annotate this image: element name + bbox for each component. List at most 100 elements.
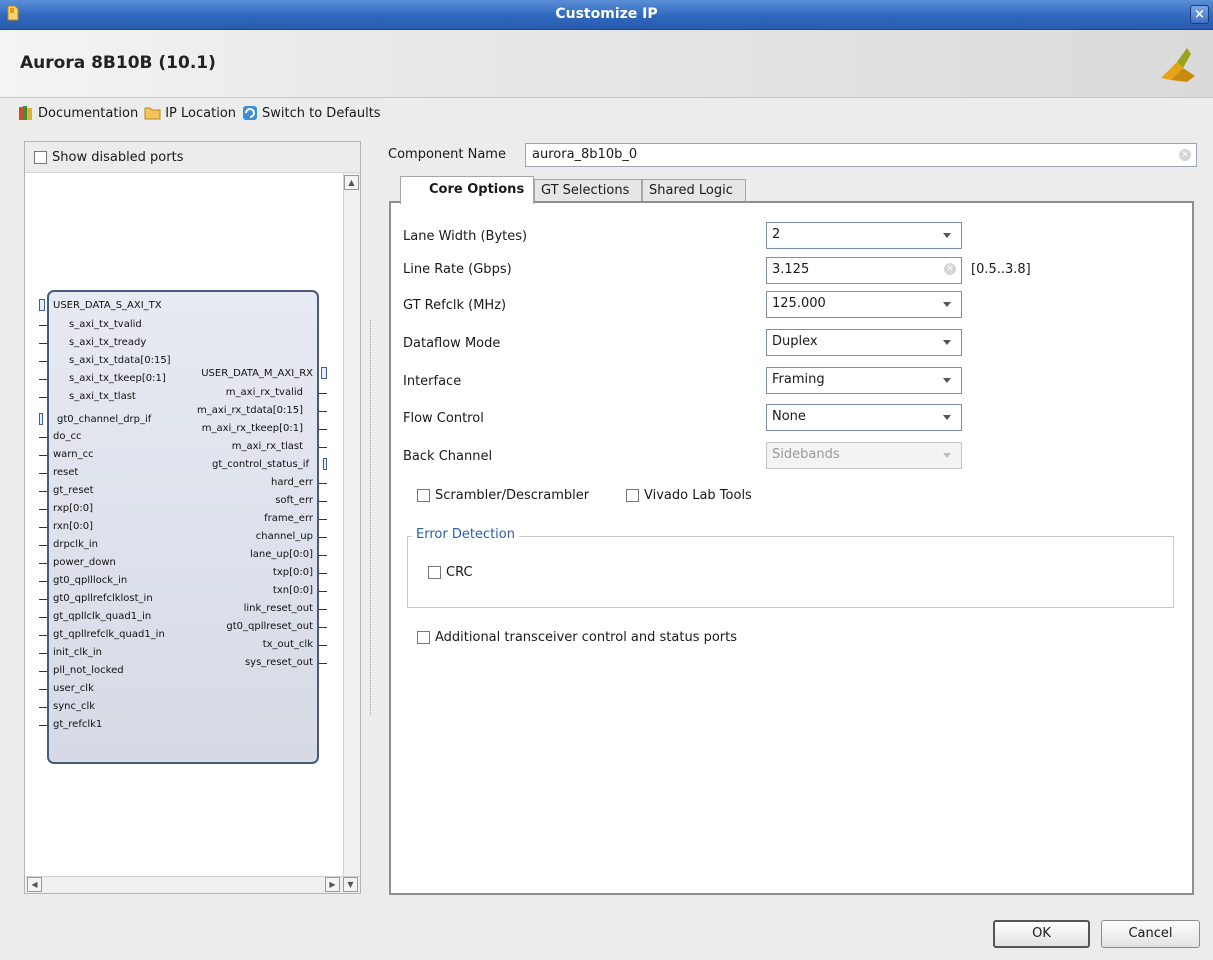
pin-tick	[39, 707, 47, 708]
crc-checkbox[interactable]: CRC	[428, 565, 473, 580]
right-pin: link_reset_out	[243, 603, 313, 614]
ip-symbol-block: USER_DATA_S_AXI_TX s_axi_tx_tvalid s_axi…	[39, 290, 327, 764]
back-channel-value: Sidebands	[772, 447, 840, 462]
pin-tick	[39, 397, 47, 398]
line-rate-input[interactable]: 3.125 ✕	[766, 257, 962, 284]
books-icon	[19, 106, 32, 120]
chevron-down-icon	[943, 415, 951, 420]
right-bus-pin: m_axi_rx_tvalid	[225, 387, 303, 398]
pin-tick	[319, 609, 327, 610]
left-bus-pin: s_axi_tx_tready	[69, 337, 147, 348]
flow-control-select[interactable]: None	[766, 404, 962, 431]
pin-tick	[39, 671, 47, 672]
scroll-right-arrow-icon[interactable]: ▶	[325, 877, 340, 892]
pin-tick	[39, 509, 47, 510]
left-pin: do_cc	[53, 431, 82, 442]
pin-tick	[319, 429, 327, 430]
switch-defaults-link[interactable]: Switch to Defaults	[242, 105, 381, 121]
pin-tick	[39, 325, 47, 326]
scroll-left-arrow-icon[interactable]: ◀	[27, 877, 42, 892]
tab-shared-logic[interactable]: Shared Logic	[642, 179, 746, 202]
lane-width-value: 2	[772, 227, 781, 242]
clear-icon[interactable]: ✕	[944, 263, 956, 275]
component-name-input[interactable]: aurora_8b10b_0 ✕	[525, 143, 1197, 167]
documentation-link[interactable]: Documentation	[18, 105, 138, 121]
tab-gt-selections[interactable]: GT Selections	[534, 179, 642, 202]
pin-tick	[39, 653, 47, 654]
show-disabled-ports-checkbox[interactable]: Show disabled ports	[34, 150, 183, 165]
pin-tick	[39, 599, 47, 600]
cancel-button[interactable]: Cancel	[1101, 920, 1200, 948]
scroll-down-arrow-icon[interactable]: ▼	[343, 877, 358, 892]
ip-location-link[interactable]: IP Location	[144, 105, 236, 121]
checkbox-box[interactable]	[417, 631, 430, 644]
pin-tick	[39, 343, 47, 344]
back-channel-select: Sidebands	[766, 442, 962, 469]
ok-button[interactable]: OK	[993, 920, 1090, 948]
scrambler-label: Scrambler/Descrambler	[435, 488, 590, 503]
pin-tick	[39, 437, 47, 438]
folder-icon	[144, 107, 161, 120]
chevron-down-icon	[943, 453, 951, 458]
pin-tick	[319, 537, 327, 538]
window-title: Customize IP	[555, 6, 658, 22]
lane-width-select[interactable]: 2	[766, 222, 962, 249]
pin-tick	[319, 411, 327, 412]
left-pin: pll_not_locked	[53, 665, 124, 676]
right-pin: channel_up	[255, 531, 313, 542]
pin-tick	[39, 725, 47, 726]
clear-icon[interactable]: ✕	[1179, 149, 1191, 161]
left-bus-pin: s_axi_tx_tlast	[69, 391, 136, 402]
scroll-up-arrow-icon[interactable]: ▲	[344, 175, 359, 190]
dataflow-mode-select[interactable]: Duplex	[766, 329, 962, 356]
checkbox-box[interactable]	[417, 489, 430, 502]
right-pin: tx_out_clk	[262, 639, 313, 650]
left-pin: gt_refclk1	[53, 719, 103, 730]
pin-tick	[319, 447, 327, 448]
horizontal-scrollbar[interactable]: ◀ ▶ ▼	[25, 876, 360, 893]
vertical-scrollbar[interactable]: ▲	[343, 173, 360, 878]
additional-ports-checkbox[interactable]: Additional transceiver control and statu…	[417, 630, 737, 645]
error-detection-group: Error Detection CRC	[407, 527, 1174, 608]
checkbox-box[interactable]	[34, 151, 47, 164]
right-pin: sys_reset_out	[244, 657, 313, 668]
right-pin: soft_err	[275, 495, 313, 506]
bus-interface-icon	[39, 299, 45, 311]
dataflow-mode-value: Duplex	[772, 334, 818, 349]
drp-bus-name: gt0_channel_drp_if	[57, 414, 152, 425]
pin-tick	[39, 581, 47, 582]
pin-tick	[39, 379, 47, 380]
pin-tick	[319, 663, 327, 664]
checkbox-box[interactable]	[428, 566, 441, 579]
left-pin: gt_qpllclk_quad1_in	[53, 611, 152, 622]
pin-tick	[39, 635, 47, 636]
close-button[interactable]: ×	[1190, 5, 1209, 24]
pin-tick	[39, 563, 47, 564]
left-bus-name: USER_DATA_S_AXI_TX	[53, 300, 162, 311]
line-rate-label: Line Rate (Gbps)	[403, 262, 512, 277]
symbol-panel: Show disabled ports USER_DATA_S_AXI_TX s…	[24, 141, 361, 894]
gt-refclk-select[interactable]: 125.000	[766, 291, 962, 318]
right-pin: gt0_qpllreset_out	[226, 621, 313, 632]
splitter[interactable]	[370, 320, 371, 715]
left-bus-pin: s_axi_tx_tkeep[0:1]	[69, 373, 166, 384]
flow-control-label: Flow Control	[403, 411, 484, 426]
crc-label: CRC	[446, 565, 473, 580]
right-bus-pin: m_axi_rx_tlast	[231, 441, 303, 452]
left-pin: user_clk	[53, 683, 94, 694]
vivado-lab-tools-checkbox[interactable]: Vivado Lab Tools	[626, 488, 752, 503]
interface-select[interactable]: Framing	[766, 367, 962, 394]
right-pin: txn[0:0]	[272, 585, 313, 596]
right-pin: txp[0:0]	[272, 567, 313, 578]
line-rate-value: 3.125	[772, 262, 810, 277]
chevron-down-icon	[943, 340, 951, 345]
checkbox-box[interactable]	[626, 489, 639, 502]
tab-core-options[interactable]: Core Options	[400, 176, 534, 204]
left-pin: gt0_qpllrefclklost_in	[53, 593, 153, 604]
xilinx-logo-icon	[1161, 48, 1195, 82]
right-pin: frame_err	[264, 513, 313, 524]
status-bus-icon	[323, 458, 327, 470]
status-bus-name: gt_control_status_if	[212, 459, 309, 470]
left-pin: sync_clk	[53, 701, 96, 712]
scrambler-checkbox[interactable]: Scrambler/Descrambler	[417, 488, 589, 503]
